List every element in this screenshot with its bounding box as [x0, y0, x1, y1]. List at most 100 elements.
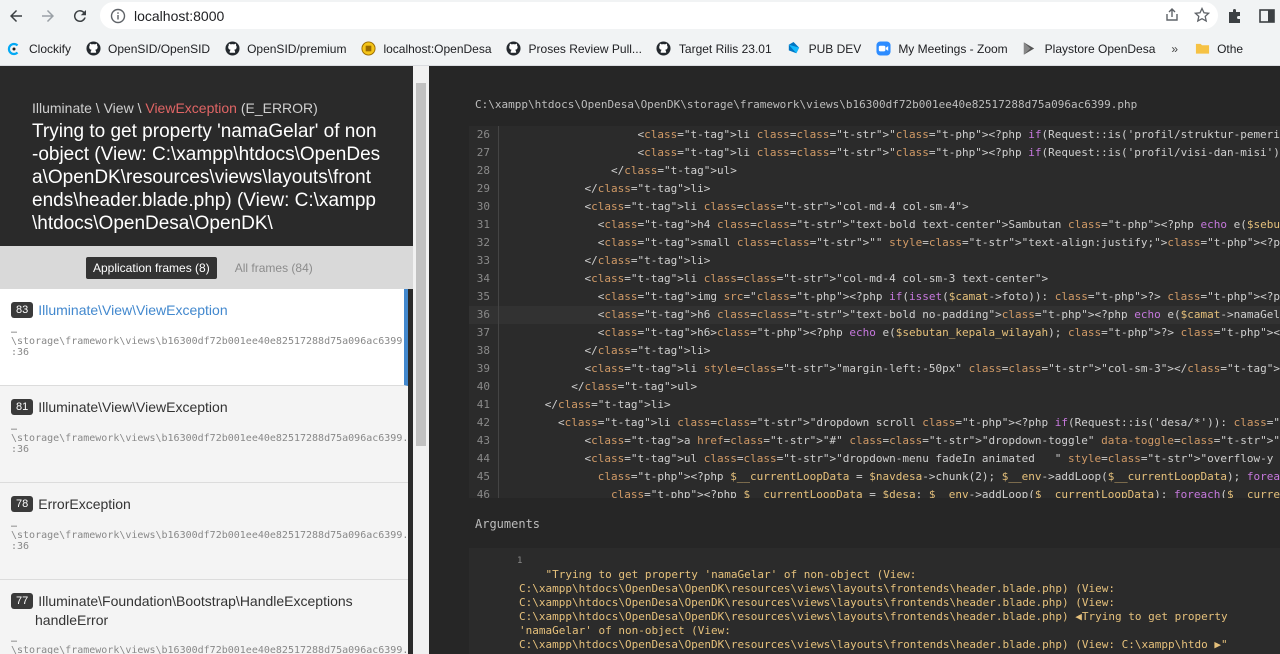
info-icon[interactable] [110, 8, 126, 24]
arrow-right-icon [42, 10, 54, 22]
code-text: <class="t-tag">ul class=class="t-str">"d… [505, 452, 1280, 465]
line-number: 26 [469, 126, 499, 144]
frames-scrollbar[interactable] [413, 66, 429, 654]
zoom-icon [875, 41, 891, 57]
arrow-left-icon [10, 10, 22, 22]
reload-button[interactable] [64, 0, 96, 32]
frame-file: \storage\framework\views\b16300df72b001e… [11, 336, 408, 347]
code-line: 27 <class="t-tag">li class=class="t-str"… [469, 144, 1280, 162]
bookmark-proses-review[interactable]: Proses Review Pull... [506, 41, 642, 57]
code-viewer: 26 <class="t-tag">li class=class="t-str"… [469, 126, 1280, 498]
arguments-box: 1 "Trying to get property 'namaGelar' of … [469, 548, 1280, 654]
bookmark-clockify[interactable]: Clockify [6, 41, 71, 57]
exception-class: Illuminate \ View \ ViewException (E_ERR… [32, 100, 318, 116]
bookmark-pub-dev[interactable]: PUB DEV [786, 41, 861, 57]
code-text: <class="t-tag">li style=class="t-str">"m… [505, 362, 1280, 375]
bookmark-target-rilis[interactable]: Target Rilis 23.01 [656, 41, 772, 57]
code-line: 33 </class="t-tag">li> [469, 252, 1280, 270]
exception-message: Trying to get property 'namaGelar' of no… [32, 121, 381, 234]
code-line: 42 <class="t-tag">li class=class="t-str"… [469, 414, 1280, 432]
code-line: 45 class="t-php"><?php $__currentLoopDat… [469, 468, 1280, 486]
frame-line: :36 [11, 347, 30, 358]
line-number: 27 [469, 144, 499, 162]
clockify-icon [6, 41, 22, 57]
side-panel-icon[interactable] [1258, 7, 1276, 25]
back-button[interactable] [0, 0, 32, 32]
line-number: 29 [469, 180, 499, 198]
line-number: 30 [469, 198, 499, 216]
frame-tabs: Application frames (8) All frames (84) [0, 246, 413, 289]
frame-file: \storage\framework\views\b16300df72b001e… [11, 530, 408, 541]
line-number: 35 [469, 288, 499, 306]
code-text: <class="t-tag">a href=class="t-str">"#" … [505, 434, 1280, 447]
tab-application-frames[interactable]: Application frames (8) [86, 256, 217, 279]
code-text: </class="t-tag">ul> [505, 164, 737, 177]
frame-method: handleError [35, 612, 109, 628]
line-number: 41 [469, 396, 499, 414]
code-line: 30 <class="t-tag">li class=class="t-str"… [469, 198, 1280, 216]
frame-class: Illuminate\View\ViewException [38, 398, 228, 415]
code-text: <class="t-tag">li class=class="t-str">"d… [505, 416, 1280, 429]
line-number: 36 [469, 306, 499, 324]
bookmark-playstore[interactable]: Playstore OpenDesa [1022, 41, 1155, 57]
code-text: class="t-php"><?php $__currentLoopData =… [597, 470, 1280, 483]
reload-icon [73, 10, 86, 23]
code-line: 32 <class="t-tag">small class=class="t-s… [469, 234, 1280, 252]
tab-all-frames[interactable]: All frames (84) [235, 261, 313, 275]
forward-button[interactable] [32, 0, 64, 32]
frame-number: 81 [11, 398, 34, 415]
url-text: localhost:8000 [134, 7, 225, 24]
bookmark-star-icon[interactable] [1194, 7, 1210, 23]
exception-name: ViewException [145, 100, 237, 116]
bookmark-other[interactable]: Othe [1194, 41, 1243, 57]
code-line: 31 <class="t-tag">h4 class=class="t-str"… [469, 216, 1280, 234]
bookmark-opensid-premium[interactable]: OpenSID/premium [224, 41, 346, 57]
code-text: <class="t-tag">li class=class="t-str">"c… [505, 128, 1280, 141]
frame-item[interactable]: 83 Illuminate\View\ViewException … \stora… [0, 289, 408, 386]
code-panel: C:\xampp\htdocs\OpenDesa\OpenDK\storage\… [429, 66, 1280, 654]
extensions-puzzle-icon[interactable] [1226, 7, 1244, 25]
code-text: class="t-php"><?php $__currentLoopData =… [610, 488, 1280, 498]
frames-list: 83 Illuminate\View\ViewException … \stora… [0, 289, 408, 654]
frame-item[interactable]: 77 Illuminate\Foundation\Bootstrap\Handle… [0, 580, 408, 654]
frame-file: \storage\framework\views\b16300df72b001e… [11, 645, 408, 654]
line-number: 40 [469, 378, 499, 396]
bookmark-localhost-opendesa[interactable]: localhost:OpenDesa [360, 41, 492, 57]
code-text: <class="t-tag">li class=class="t-str">"c… [505, 200, 969, 213]
code-line: 44 <class="t-tag">ul class=class="t-str"… [469, 450, 1280, 468]
code-text: <class="t-tag">h4 class=class="t-str">"t… [505, 218, 1280, 231]
frame-class: Illuminate\Foundation\Bootstrap\HandleEx… [38, 592, 353, 609]
bookmark-opensid[interactable]: OpenSID/OpenSID [85, 41, 210, 57]
code-line: 26 <class="t-tag">li class=class="t-str"… [469, 126, 1280, 144]
code-text: <class="t-tag">h6>class="t-php"><?php ec… [505, 326, 1280, 339]
code-text: <class="t-tag">li class=class="t-str">"c… [505, 272, 1049, 285]
address-bar[interactable]: localhost:8000 [100, 2, 1218, 29]
line-number: 31 [469, 216, 499, 234]
bookmarks-overflow-button[interactable]: » [1171, 42, 1178, 56]
frame-line: :36 [11, 541, 30, 552]
code-line: 38 </class="t-tag">li> [469, 342, 1280, 360]
code-line: 29 </class="t-tag">li> [469, 180, 1280, 198]
code-line: 37 <class="t-tag">h6>class="t-php"><?php… [469, 324, 1280, 342]
line-number: 32 [469, 234, 499, 252]
line-number: 44 [469, 450, 499, 468]
argument-value: "Trying to get property 'namaGelar' of n… [519, 568, 1228, 651]
bookmark-zoom[interactable]: My Meetings - Zoom [875, 41, 1008, 57]
dart-icon [786, 41, 802, 57]
frame-line: :36 [11, 444, 30, 455]
scrollbar-thumb[interactable] [416, 83, 426, 446]
github-icon [224, 41, 240, 57]
playstore-icon [1022, 41, 1038, 57]
frame-item[interactable]: 81 Illuminate\View\ViewException … \stora… [0, 386, 408, 483]
code-text: </class="t-tag">li> [505, 344, 711, 357]
folder-icon [1194, 41, 1210, 57]
line-number: 39 [469, 360, 499, 378]
frame-item[interactable]: 78 ErrorException … \storage\framework\vi… [0, 483, 408, 580]
desa-icon [360, 41, 376, 57]
code-text: <class="t-tag">li class=class="t-str">"c… [505, 146, 1280, 159]
arguments-title: Arguments [475, 517, 541, 531]
frame-number: 83 [11, 301, 34, 318]
share-icon[interactable] [1164, 7, 1180, 23]
line-number: 46 [469, 486, 499, 498]
line-number: 33 [469, 252, 499, 270]
